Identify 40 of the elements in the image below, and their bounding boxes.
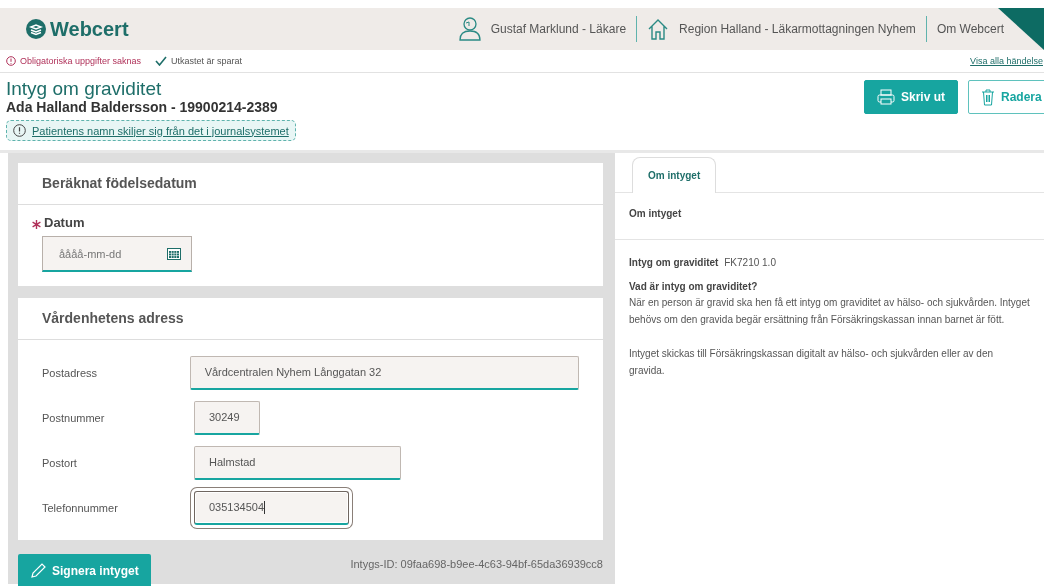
save-status: Utkastet är sparat xyxy=(171,56,243,66)
certificate-name: Intyg om graviditet xyxy=(629,257,719,268)
section-title: Vårdenhetens adress xyxy=(18,298,603,340)
home-icon xyxy=(647,18,670,40)
warning-icon xyxy=(13,124,26,137)
field-label: Postort xyxy=(42,456,77,469)
asterisk-icon xyxy=(32,219,41,229)
trash-icon xyxy=(981,88,995,106)
field-label: Postnummer xyxy=(42,411,105,424)
patient-notice[interactable]: Patientens namn skiljer sig från det i journalsystemet xyxy=(6,120,296,141)
input-field[interactable]: Halmstad xyxy=(194,445,401,480)
warning-icon xyxy=(6,56,16,66)
care-unit: Region Halland - Läkarmottagningen Nyhem xyxy=(679,22,916,36)
field-label: Telefonnummer xyxy=(42,501,118,514)
field-label: Postadress xyxy=(42,366,98,379)
patient-name: Ada Halland Baldersson - 19900214-2389 xyxy=(6,99,278,116)
validation-message: Obligatoriska uppgifter saknas xyxy=(20,56,142,66)
certificate-title: Intyg om graviditet xyxy=(6,79,162,99)
logo-icon xyxy=(26,19,46,39)
user-icon xyxy=(458,17,481,41)
calendar-icon xyxy=(167,247,181,260)
logo-text: Webcert xyxy=(50,17,129,41)
input-field[interactable]: 30249 xyxy=(194,400,260,435)
panel-tab[interactable]: Om intyget xyxy=(632,157,717,193)
date-field[interactable]: åååå-mm-dd xyxy=(42,236,192,272)
input-field[interactable]: Vårdcentralen Nyhem Långgatan 32 xyxy=(189,355,579,390)
certificate-code: FK7210 1.0 xyxy=(724,257,776,268)
section-title: Beräknat födelsedatum xyxy=(18,163,603,205)
info-question: Vad är intyg om graviditet? xyxy=(629,280,759,294)
certificate-id: Intygs-ID: 09faa698-b9ee-4c63-94bf-65da36939cc8 xyxy=(350,558,603,570)
info-paragraph: När en person är gravid ska hen få ett intyg om graviditet av hälso- och sjukvården. Intyget behövs om den gravida begär ersättning från Försäkringskassan innan barnet är fött. xyxy=(629,296,1030,327)
user-name: Gustaf Marklund - Läkare xyxy=(490,22,627,36)
panel-heading: Om intyget xyxy=(615,193,1044,240)
info-paragraph: Intyget skickas till Försäkringskassan digitalt av hälso- och sjukvården eller av den gravida. xyxy=(629,347,995,378)
pencil-icon xyxy=(30,563,46,579)
printer-icon xyxy=(877,89,895,105)
events-link[interactable]: Visa alla händelse xyxy=(970,56,1043,66)
field-label: Datum xyxy=(44,215,85,230)
check-icon xyxy=(155,56,168,66)
about-link[interactable]: Om Webcert xyxy=(936,22,1004,36)
